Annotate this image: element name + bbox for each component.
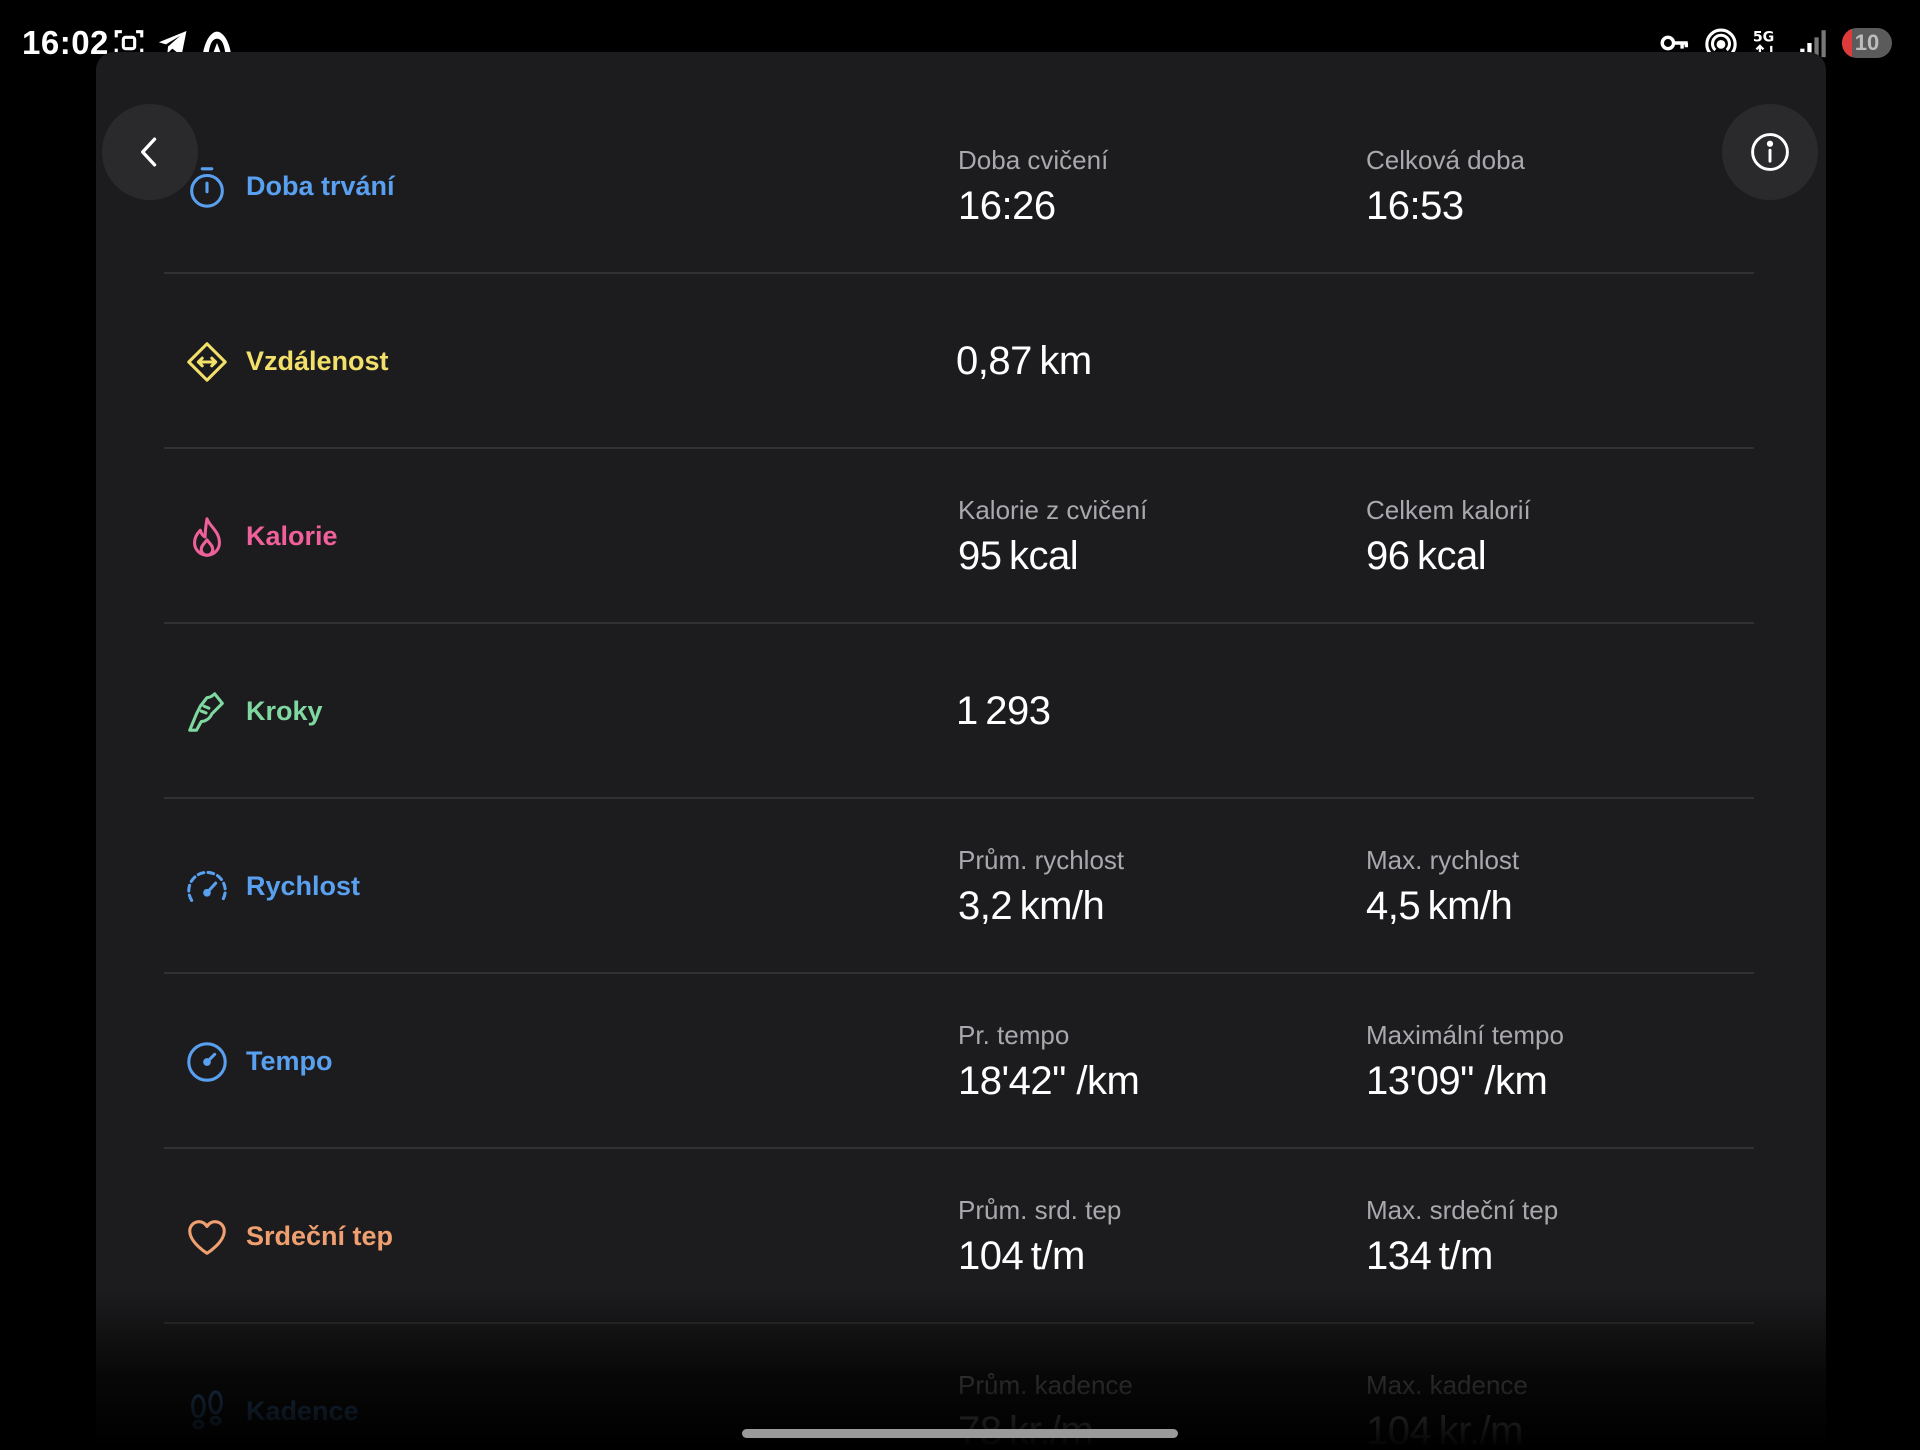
metric-value: 104 kr./m <box>1366 1408 1523 1450</box>
row-duration: Doba trvání Doba cvičení 16:26 Celková d… <box>164 99 1754 274</box>
metric-value: 0,87 km <box>956 339 1092 383</box>
metric-value: 18'42" /km <box>958 1058 1140 1103</box>
metric-value: 3,2 km/h <box>958 883 1105 928</box>
metric-value: 104 t/m <box>958 1233 1085 1278</box>
metric-value: 96 kcal <box>1366 533 1487 578</box>
metric-value: 1 293 <box>956 689 1051 733</box>
workout-details-panel: Doba trvání Doba cvičení 16:26 Celková d… <box>96 52 1826 1450</box>
row-title: Kalorie <box>246 521 338 551</box>
row-heart-rate: Srdeční tep Prům. srd. tep 104 t/m Max. … <box>164 1149 1754 1324</box>
footprints-icon <box>191 1389 223 1429</box>
row-pace: Tempo Pr. tempo 18'42" /km Maximální tem… <box>164 974 1754 1149</box>
metric-value: 95 kcal <box>958 533 1079 578</box>
metric-label: Celková doba <box>1366 144 1525 175</box>
metric-value: 16:53 <box>1366 183 1464 228</box>
row-title: Kadence <box>246 1396 359 1426</box>
metric-label: Max. rychlost <box>1366 844 1520 875</box>
info-icon <box>1751 133 1789 171</box>
metric-label: Prům. kadence <box>958 1369 1133 1400</box>
svg-text:5G: 5G <box>1753 30 1774 46</box>
metric-label: Max. srdeční tep <box>1366 1194 1559 1225</box>
metric-label: Pr. tempo <box>958 1019 1070 1050</box>
distance-icon <box>187 341 227 382</box>
metric-value: 16:26 <box>958 183 1056 228</box>
metric-label: Prům. rychlost <box>958 844 1125 875</box>
metric-value: 134 t/m <box>1366 1233 1493 1278</box>
status-time: 16:02 <box>22 24 109 61</box>
row-title: Rychlost <box>246 871 361 901</box>
metric-label: Doba cvičení <box>958 144 1109 175</box>
shoe-icon <box>188 691 224 732</box>
row-speed: Rychlost Prům. rychlost 3,2 km/h Max. ry… <box>164 799 1754 974</box>
back-button[interactable] <box>102 104 198 200</box>
row-title: Srdeční tep <box>246 1221 394 1251</box>
row-distance: Vzdálenost 0,87 km <box>164 274 1754 449</box>
chevron-left-icon <box>141 137 157 167</box>
row-steps: Kroky 1 293 <box>164 624 1754 799</box>
metric-label: Celkem kalorií <box>1366 494 1531 525</box>
metric-label: Maximální tempo <box>1366 1019 1564 1050</box>
heart-icon <box>188 1219 226 1255</box>
metric-value: 13'09" /km <box>1366 1058 1548 1103</box>
metric-label: Max. kadence <box>1366 1369 1528 1400</box>
screen: 16:02 5G 10 Doba trvání Doba cvičení 16:… <box>0 0 1920 1450</box>
speedometer-icon <box>187 870 227 902</box>
metric-value: 4,5 km/h <box>1366 883 1513 928</box>
metric-label: Prům. srd. tep <box>958 1194 1122 1225</box>
row-title: Tempo <box>246 1046 333 1076</box>
battery-indicator: 10 <box>1842 28 1892 58</box>
row-title: Vzdálenost <box>246 346 389 376</box>
home-indicator[interactable] <box>742 1429 1178 1438</box>
flame-icon <box>193 516 221 557</box>
pace-gauge-icon <box>187 1041 227 1082</box>
row-title: Doba trvání <box>246 171 395 201</box>
row-calories: Kalorie Kalorie z cvičení 95 kcal Celkem… <box>164 449 1754 624</box>
row-title: Kroky <box>246 696 323 726</box>
metric-label: Kalorie z cvičení <box>958 494 1148 525</box>
info-button[interactable] <box>1722 104 1818 200</box>
